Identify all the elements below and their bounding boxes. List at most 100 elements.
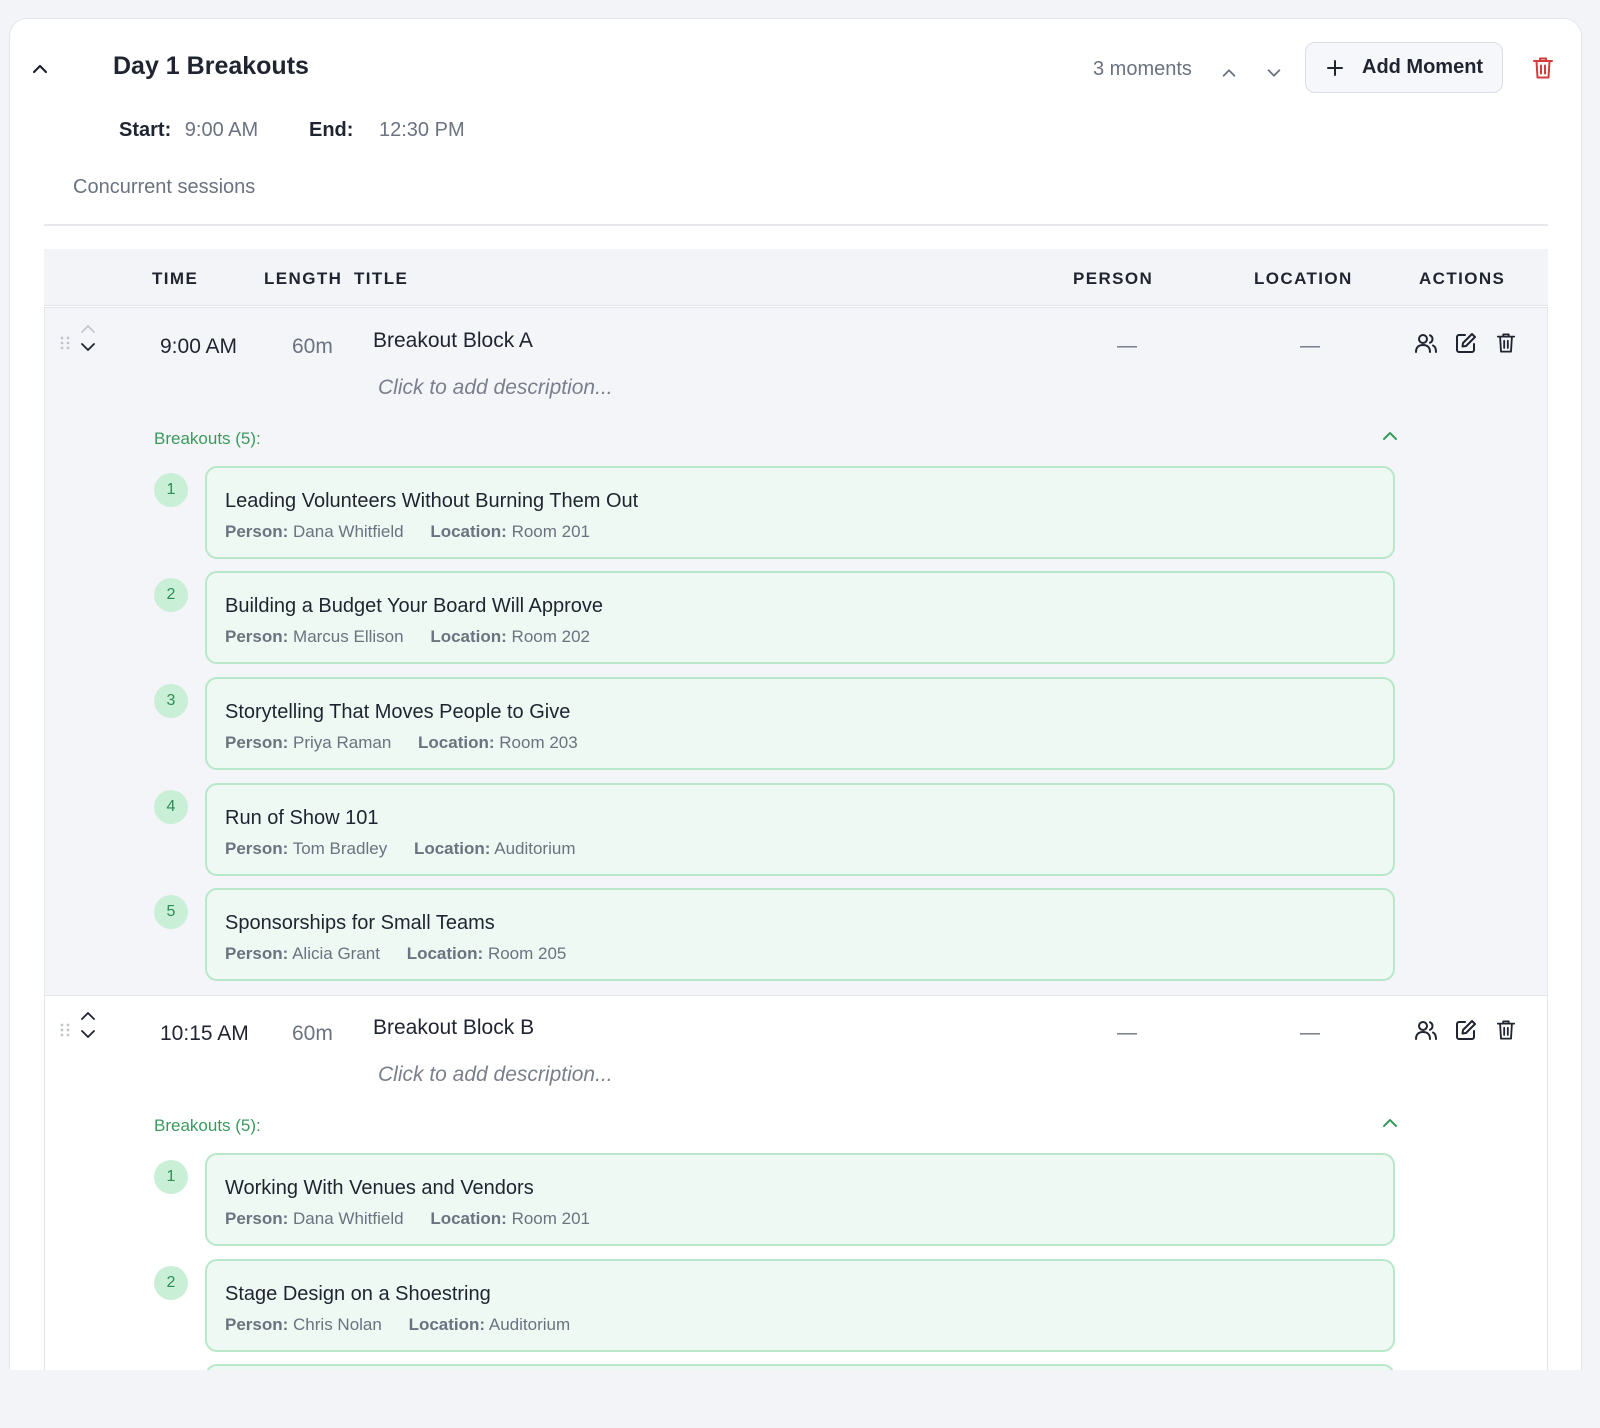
end-time[interactable]: End: 12:30 PM [309, 119, 465, 142]
column-title: TITLE [354, 269, 409, 288]
breakout-person: Priya Raman [293, 733, 392, 752]
breakout-card[interactable]: Leading Volunteers Without Burning Them … [205, 466, 1395, 559]
add-moment-button[interactable]: Add Moment [1305, 42, 1503, 93]
breakout-title: Stage Design on a Shoestring [225, 1283, 491, 1305]
breakout-card[interactable]: Storytelling That Moves People to Give P… [205, 677, 1395, 770]
breakout-card[interactable]: Working With Venues and Vendors Person: … [205, 1153, 1395, 1246]
breakout-person: Alicia Grant [292, 944, 380, 963]
column-time: TIME [152, 269, 199, 288]
delete-moment-button[interactable] [1493, 1017, 1519, 1043]
breakout-person: Dana Whitfield [293, 1209, 404, 1228]
person-label: Person: [225, 733, 289, 752]
location-label: Location: [418, 733, 495, 752]
breakout-card[interactable]: Stage Design on a Shoestring Person: Chr… [205, 1259, 1395, 1352]
breakout-location: Room 201 [511, 522, 590, 541]
move-section-down-button[interactable] [1262, 61, 1286, 85]
drag-handle-icon[interactable] [59, 335, 71, 351]
assign-people-button[interactable] [1413, 1017, 1439, 1043]
people-icon [1415, 1021, 1437, 1040]
moment-location: — [1300, 1022, 1320, 1044]
breakout-person: Tom Bradley [292, 839, 388, 858]
breakout-card[interactable] [205, 1364, 1395, 1370]
breakouts-label: Breakouts (5): [154, 429, 261, 448]
column-actions: ACTIONS [1419, 269, 1506, 288]
breakout-meta: Person: Priya Raman Location: Room 203 [225, 733, 578, 753]
breakout-location: Auditorium [488, 1315, 571, 1334]
breakout-number: 1 [154, 473, 188, 507]
location-label: Location: [406, 944, 484, 963]
breakout-number: 2 [154, 578, 188, 612]
breakout-item: 5 Sponsorships for Small Teams Person: A… [154, 888, 1395, 981]
breakout-item: 1 Leading Volunteers Without Burning The… [154, 466, 1395, 559]
breakout-item: 1 Working With Venues and Vendors Person… [154, 1153, 1395, 1246]
collapse-section-button[interactable] [28, 57, 52, 81]
moment-time[interactable]: 10:15 AM [160, 1022, 249, 1046]
breakout-meta: Person: Marcus Ellison Location: Room 20… [225, 627, 590, 647]
moment-location: — [1300, 335, 1320, 357]
chevron-down-icon [1267, 69, 1281, 77]
moment-time[interactable]: 9:00 AM [160, 335, 237, 359]
edit-icon [1456, 333, 1476, 353]
moment-description-placeholder[interactable]: Click to add description... [378, 376, 613, 400]
location-label: Location: [408, 1315, 486, 1334]
person-label: Person: [225, 522, 289, 541]
chevron-down-icon [81, 343, 95, 351]
move-section-up-button[interactable] [1217, 61, 1241, 85]
location-label: Location: [430, 1209, 507, 1228]
move-moment-up-button[interactable] [80, 322, 96, 340]
breakout-card[interactable]: Building a Budget Your Board Will Approv… [205, 571, 1395, 664]
people-icon [1415, 334, 1437, 353]
moment-row: 9:00 AM 60m Breakout Block A Click to ad… [44, 307, 1548, 996]
breakout-location: Room 203 [499, 733, 578, 752]
moment-length[interactable]: 60m [292, 1022, 333, 1046]
moments-count: 3 moments [1093, 58, 1192, 80]
trash-icon [1533, 57, 1553, 79]
breakout-number: 3 [154, 684, 188, 718]
move-moment-down-button[interactable] [80, 340, 96, 358]
moment-length[interactable]: 60m [292, 335, 333, 359]
moment-person: — [1117, 335, 1137, 357]
breakout-card[interactable]: Run of Show 101 Person: Tom Bradley Loca… [205, 783, 1395, 876]
column-location: LOCATION [1254, 269, 1353, 288]
section-description[interactable]: Concurrent sessions [73, 176, 255, 199]
person-label: Person: [225, 1315, 289, 1334]
chevron-up-icon [1222, 69, 1236, 77]
chevron-up-icon [1383, 432, 1397, 440]
location-label: Location: [430, 522, 507, 541]
breakout-meta: Person: Chris Nolan Location: Auditorium [225, 1315, 570, 1335]
edit-moment-button[interactable] [1453, 1017, 1479, 1043]
edit-icon [1456, 1020, 1476, 1040]
person-label: Person: [225, 839, 289, 858]
column-length: LENGTH [264, 269, 343, 288]
collapse-breakouts-button[interactable] [1379, 425, 1401, 447]
moment-person: — [1117, 1022, 1137, 1044]
breakout-person: Marcus Ellison [293, 627, 404, 646]
delete-section-button[interactable] [1530, 55, 1556, 81]
move-moment-up-button[interactable] [80, 1009, 96, 1027]
edit-moment-button[interactable] [1453, 330, 1479, 356]
delete-moment-button[interactable] [1493, 330, 1519, 356]
chevron-up-icon [32, 64, 48, 74]
moment-description-placeholder[interactable]: Click to add description... [378, 1063, 613, 1087]
move-moment-down-button[interactable] [80, 1027, 96, 1045]
drag-handle-icon[interactable] [59, 1022, 71, 1038]
start-time[interactable]: Start: 9:00 AM [119, 119, 258, 142]
breakout-location: Room 202 [511, 627, 590, 646]
chevron-down-icon [81, 1030, 95, 1038]
location-label: Location: [430, 627, 507, 646]
trash-icon [1496, 333, 1516, 353]
breakout-card[interactable]: Sponsorships for Small Teams Person: Ali… [205, 888, 1395, 981]
section-title[interactable]: Day 1 Breakouts [113, 52, 309, 81]
location-label: Location: [413, 839, 491, 858]
breakout-item: 3 Storytelling That Moves People to Give… [154, 677, 1395, 770]
table-header: TIME LENGTH TITLE PERSON LOCATION ACTION… [44, 249, 1548, 306]
breakouts-label: Breakouts (5): [154, 1116, 261, 1135]
collapse-breakouts-button[interactable] [1379, 1112, 1401, 1134]
moment-title[interactable]: Breakout Block A [373, 329, 533, 353]
moment-title[interactable]: Breakout Block B [373, 1016, 534, 1040]
add-moment-label: Add Moment [1362, 56, 1484, 78]
breakout-person: Dana Whitfield [293, 522, 404, 541]
start-value: 9:00 AM [184, 119, 259, 141]
assign-people-button[interactable] [1413, 330, 1439, 356]
breakout-title: Run of Show 101 [225, 807, 379, 829]
